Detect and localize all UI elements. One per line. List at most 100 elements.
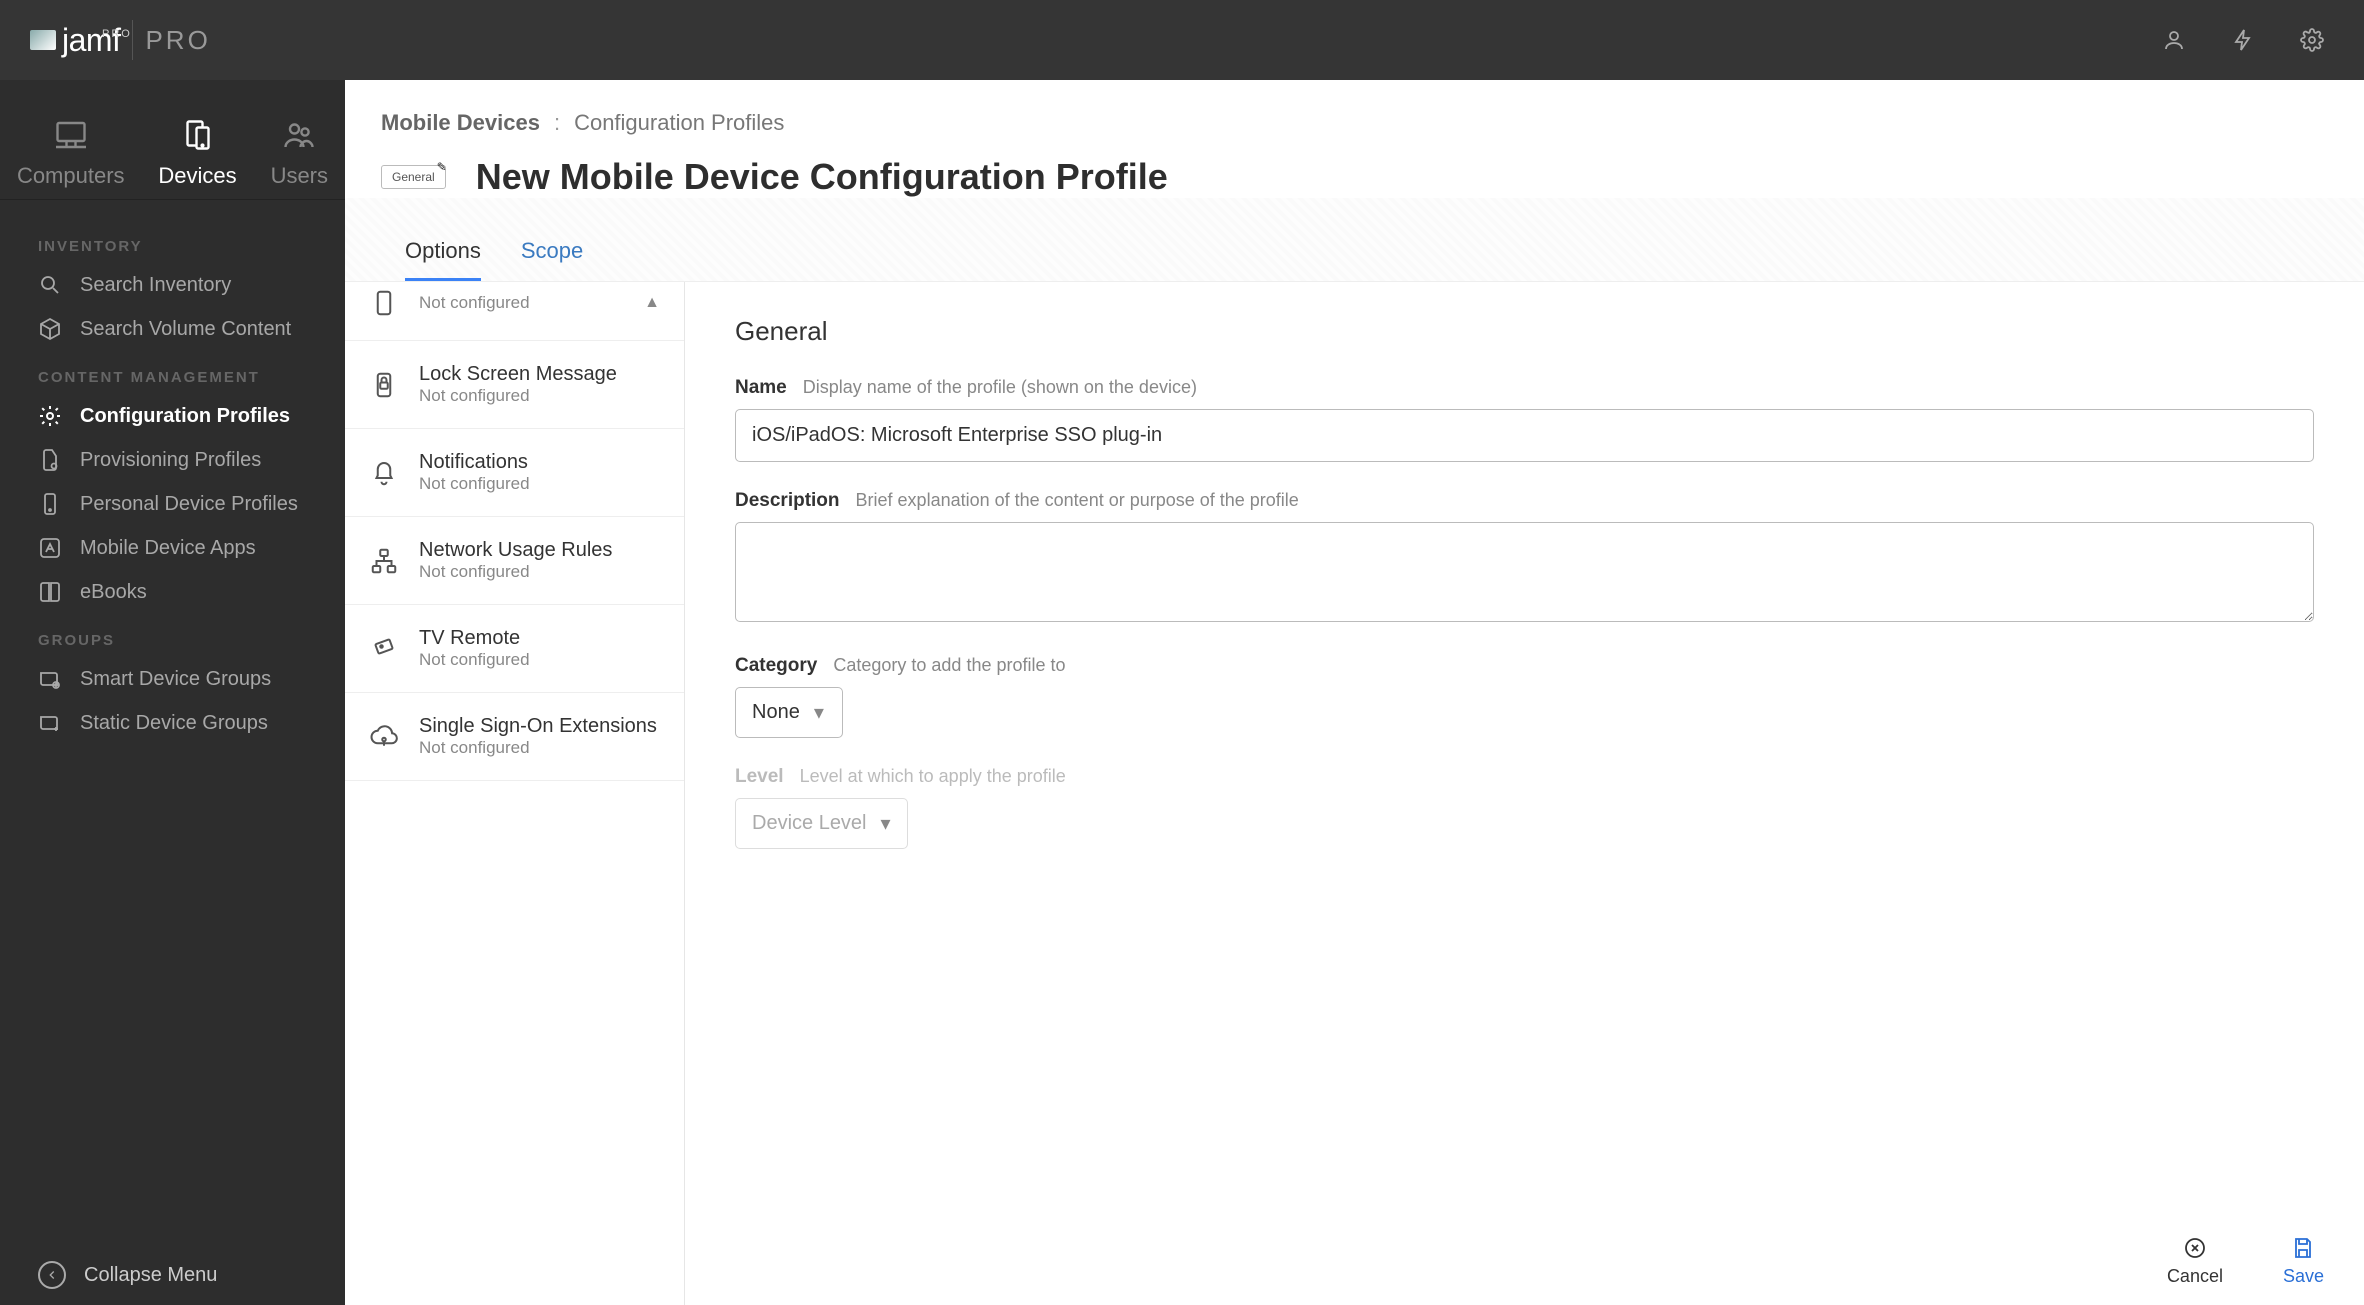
chevron-down-icon: ▾ <box>814 700 824 725</box>
payload-sub: Not configured <box>419 738 657 758</box>
sidebar-item-search-inventory[interactable]: Search Inventory <box>0 263 345 307</box>
sidebar-item-config-profiles[interactable]: Configuration Profiles <box>0 394 345 438</box>
payload-title: Network Usage Rules <box>419 539 612 562</box>
payload-sub: Not configured <box>419 386 617 406</box>
sidebar-tab-users[interactable]: Users <box>271 117 328 189</box>
breadcrumb-root[interactable]: Mobile Devices <box>381 110 540 136</box>
payload-sub: Not configured <box>419 293 530 313</box>
network-icon <box>369 546 399 576</box>
collapse-menu[interactable]: Collapse Menu <box>0 1245 345 1305</box>
breadcrumb: Mobile Devices : Configuration Profiles <box>345 80 2364 136</box>
form-panel: General Name Display name of the profile… <box>685 282 2364 1305</box>
sidebar-tabs: Computers Devices Users <box>0 80 345 200</box>
save-icon <box>2291 1236 2315 1260</box>
payload-title: Notifications <box>419 451 530 474</box>
smart-group-icon <box>38 667 62 691</box>
sidebar-tab-label: Devices <box>158 163 236 189</box>
payload-sub: Not configured <box>419 562 612 582</box>
apps-icon <box>38 536 62 560</box>
profile-general-pill[interactable]: General <box>381 165 446 189</box>
payload-item[interactable]: Not configured ▲ <box>345 282 684 341</box>
category-select[interactable]: None ▾ <box>735 687 843 738</box>
sidebar-item-personal-device[interactable]: Personal Device Profiles <box>0 482 345 526</box>
collapse-label: Collapse Menu <box>84 1264 217 1287</box>
logo-pro-text: PRO <box>145 25 210 56</box>
sidebar-item-ebooks[interactable]: eBooks <box>0 570 345 614</box>
payload-item-lock-screen[interactable]: Lock Screen Message Not configured <box>345 341 684 429</box>
sidebar-item-label: Provisioning Profiles <box>80 449 261 472</box>
field-name: Name Display name of the profile (shown … <box>735 377 2314 462</box>
tabstrip: Options Scope <box>345 198 2364 282</box>
sidebar-item-smart-groups[interactable]: Smart Device Groups <box>0 657 345 701</box>
payload-item-notifications[interactable]: Notifications Not configured <box>345 429 684 517</box>
name-label: Name <box>735 377 787 399</box>
sidebar-item-mobile-apps[interactable]: Mobile Device Apps <box>0 526 345 570</box>
tab-scope[interactable]: Scope <box>521 228 583 281</box>
sidebar-tab-label: Users <box>271 163 328 189</box>
sidebar-item-label: Static Device Groups <box>80 712 268 735</box>
devices-icon <box>180 117 216 153</box>
level-select[interactable]: Device Level ▾ <box>735 798 908 849</box>
save-label: Save <box>2283 1266 2324 1287</box>
sidebar-item-label: Mobile Device Apps <box>80 537 256 560</box>
field-category: Category Category to add the profile to … <box>735 655 2314 738</box>
sidebar-item-search-volume[interactable]: Search Volume Content <box>0 307 345 351</box>
payload-sub: Not configured <box>419 650 530 670</box>
field-description: Description Brief explanation of the con… <box>735 490 2314 627</box>
description-label: Description <box>735 490 840 512</box>
lock-screen-icon <box>369 370 399 400</box>
level-label: Level <box>735 766 784 788</box>
category-label: Category <box>735 655 817 677</box>
payload-item-tv-remote[interactable]: TV Remote Not configured <box>345 605 684 693</box>
computer-icon <box>53 117 89 153</box>
lightning-icon[interactable] <box>2231 28 2255 52</box>
description-input[interactable] <box>735 522 2314 622</box>
sidebar-section-content: CONTENT MANAGEMENT <box>0 351 345 394</box>
chevron-down-icon: ▾ <box>881 811 891 836</box>
sidebar-item-label: Configuration Profiles <box>80 405 290 428</box>
header-actions <box>2162 28 2324 52</box>
breadcrumb-current[interactable]: Configuration Profiles <box>574 110 784 136</box>
account-icon[interactable] <box>2162 28 2186 52</box>
payload-item-sso-extensions[interactable]: Single Sign-On Extensions Not configured <box>345 693 684 781</box>
level-hint: Level at which to apply the profile <box>800 766 1066 787</box>
cloud-key-icon <box>369 722 399 752</box>
content-body: Not configured ▲ Lock Screen Message Not… <box>345 282 2364 1305</box>
scroll-up-icon: ▲ <box>644 294 660 312</box>
sidebar-tab-label: Computers <box>17 163 125 189</box>
sidebar-item-label: Personal Device Profiles <box>80 493 298 516</box>
sidebar-item-label: eBooks <box>80 581 147 604</box>
personal-device-icon <box>38 492 62 516</box>
category-hint: Category to add the profile to <box>833 655 1065 676</box>
page-title-row: General New Mobile Device Configuration … <box>345 136 2364 198</box>
sidebar-item-provisioning[interactable]: Provisioning Profiles <box>0 438 345 482</box>
gear-badge-icon <box>38 404 62 428</box>
tab-options[interactable]: Options <box>405 228 481 281</box>
payload-sub: Not configured <box>419 474 530 494</box>
name-input[interactable] <box>735 409 2314 462</box>
sidebar-item-static-groups[interactable]: Static Device Groups <box>0 701 345 745</box>
logo: PRO jamf PRO <box>30 20 211 60</box>
save-button[interactable]: Save <box>2283 1236 2324 1287</box>
payload-icon <box>369 288 399 318</box>
sidebar-tab-devices[interactable]: Devices <box>158 117 236 189</box>
gear-icon[interactable] <box>2300 28 2324 52</box>
footer-actions: Cancel Save <box>2167 1236 2324 1287</box>
top-header: PRO jamf PRO <box>0 0 2364 80</box>
cancel-label: Cancel <box>2167 1266 2223 1287</box>
sidebar-item-label: Search Inventory <box>80 274 231 297</box>
jamf-logo-icon <box>30 30 56 50</box>
remote-icon <box>369 634 399 664</box>
sidebar: Computers Devices Users INVENTORY <box>0 80 345 1305</box>
logo-badge: PRO <box>102 28 132 40</box>
cancel-button[interactable]: Cancel <box>2167 1236 2223 1287</box>
payload-title: Lock Screen Message <box>419 363 617 386</box>
field-level: Level Level at which to apply the profil… <box>735 766 2314 849</box>
content: Mobile Devices : Configuration Profiles … <box>345 80 2364 1305</box>
payload-list[interactable]: Not configured ▲ Lock Screen Message Not… <box>345 282 685 1305</box>
sidebar-item-label: Search Volume Content <box>80 318 291 341</box>
form-heading: General <box>735 316 2314 347</box>
sidebar-item-label: Smart Device Groups <box>80 668 271 691</box>
payload-item-network-usage[interactable]: Network Usage Rules Not configured <box>345 517 684 605</box>
sidebar-tab-computers[interactable]: Computers <box>17 117 125 189</box>
